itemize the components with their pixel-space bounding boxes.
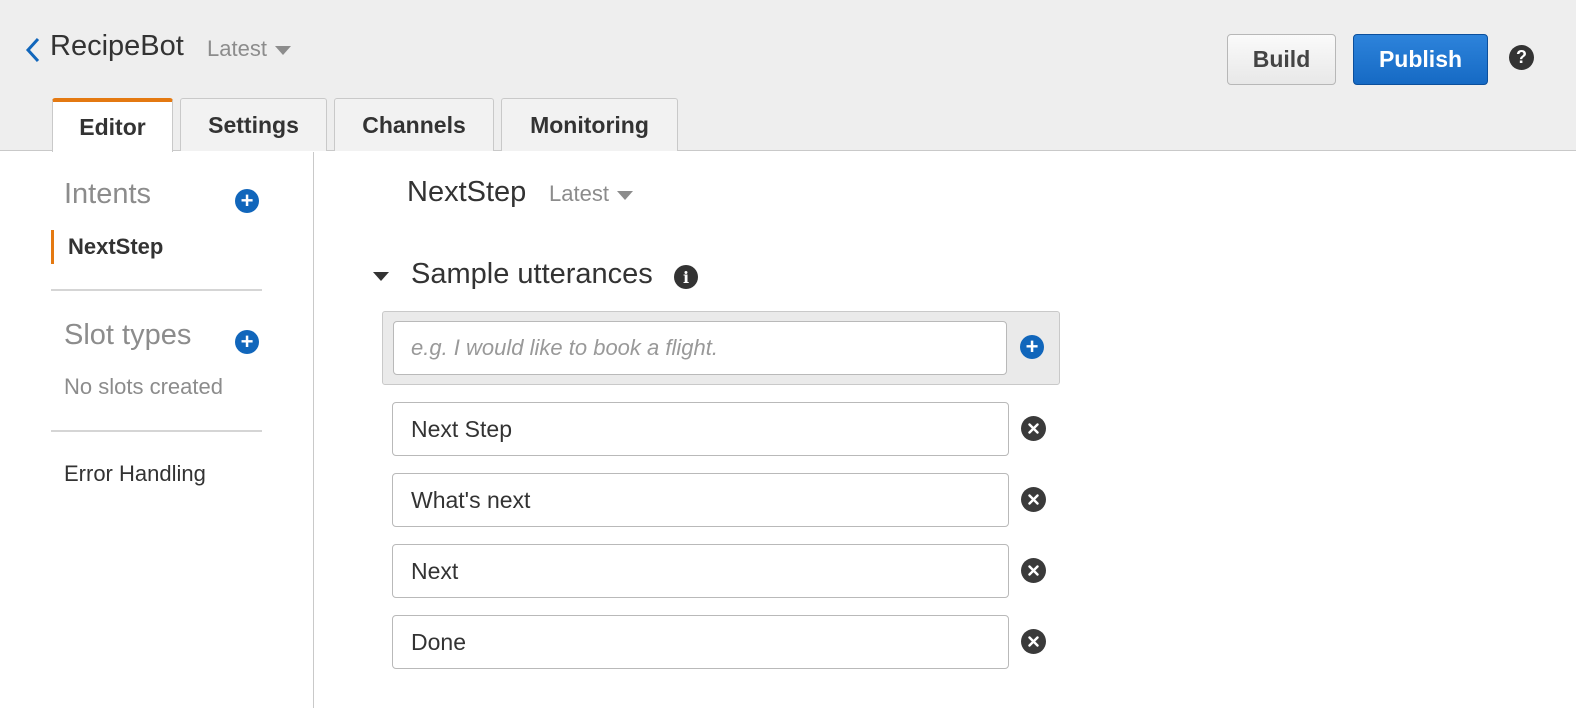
- caret-down-icon: [274, 46, 291, 55]
- utterance-field[interactable]: [392, 615, 1009, 669]
- tab-editor[interactable]: Editor: [52, 98, 173, 152]
- caret-down-icon: [616, 191, 633, 200]
- sidebar-item-nextstep[interactable]: NextStep: [51, 230, 163, 264]
- remove-utterance-icon[interactable]: [1021, 487, 1046, 512]
- back-chevron-icon[interactable]: [22, 36, 44, 64]
- build-button[interactable]: Build: [1227, 34, 1336, 85]
- help-icon[interactable]: ?: [1509, 45, 1534, 70]
- utterance-field[interactable]: [392, 473, 1009, 527]
- tab-monitoring[interactable]: Monitoring: [501, 98, 678, 151]
- no-slots-text: No slots created: [64, 374, 223, 399]
- add-slot-type-plus-icon[interactable]: +: [235, 330, 259, 354]
- slot-types-heading: Slot types: [64, 319, 192, 351]
- intents-heading: Intents: [64, 178, 152, 210]
- sidebar: Intents + NextStep Slot types + No slots…: [0, 152, 314, 708]
- add-intent-plus-icon[interactable]: +: [235, 189, 259, 213]
- sidebar-item-error-handling[interactable]: Error Handling: [64, 461, 206, 487]
- tab-settings[interactable]: Settings: [180, 98, 327, 151]
- top-header: RecipeBot Latest Build Publish ? Editor …: [0, 0, 1576, 152]
- publish-button[interactable]: Publish: [1353, 34, 1488, 85]
- divider: [51, 289, 262, 291]
- bot-title: RecipeBot: [50, 30, 184, 62]
- tab-bar: Editor Settings Channels Monitoring: [52, 98, 678, 152]
- sample-utterances-heading: Sample utterances: [411, 258, 653, 290]
- collapse-caret-icon[interactable]: [373, 272, 389, 281]
- bot-version-label: Latest: [207, 36, 267, 61]
- add-utterance-plus-icon[interactable]: +: [1020, 335, 1044, 359]
- info-icon[interactable]: i: [674, 265, 698, 289]
- new-utterance-box: +: [382, 311, 1060, 385]
- remove-utterance-icon[interactable]: [1021, 558, 1046, 583]
- new-utterance-input[interactable]: [393, 321, 1007, 375]
- utterance-field[interactable]: [392, 544, 1009, 598]
- remove-utterance-icon[interactable]: [1021, 629, 1046, 654]
- intent-version-dropdown[interactable]: Latest: [549, 181, 633, 207]
- bot-version-dropdown[interactable]: Latest: [207, 36, 291, 62]
- tab-channels[interactable]: Channels: [334, 98, 494, 151]
- utterance-field[interactable]: [392, 402, 1009, 456]
- intent-title: NextStep: [407, 176, 527, 208]
- intent-version-label: Latest: [549, 181, 609, 206]
- remove-utterance-icon[interactable]: [1021, 416, 1046, 441]
- divider: [51, 430, 262, 432]
